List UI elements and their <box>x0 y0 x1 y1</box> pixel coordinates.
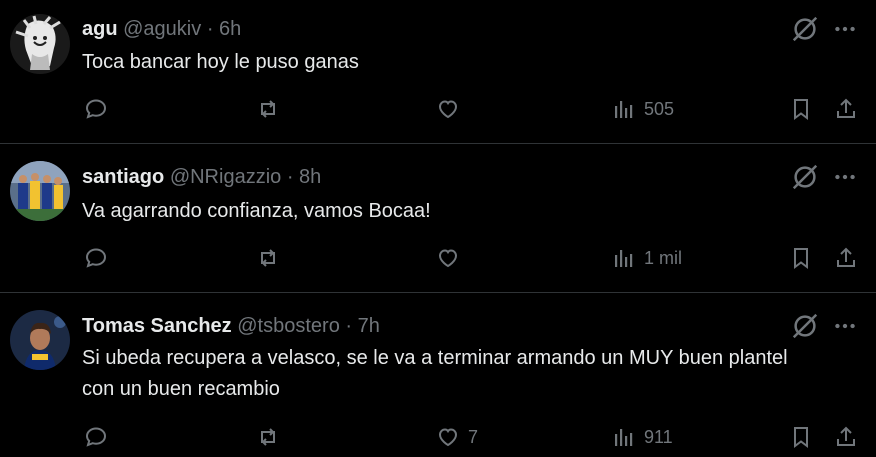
timestamp[interactable]: · 6h <box>207 18 241 40</box>
retweet-icon <box>261 428 275 446</box>
reply-icon <box>85 248 107 268</box>
share-icon[interactable] <box>834 97 858 121</box>
like-button[interactable]: 7 <box>436 425 478 449</box>
reply-icon <box>85 427 107 447</box>
share-icon[interactable] <box>834 246 858 270</box>
bookmark-icon[interactable] <box>789 425 813 449</box>
timestamp[interactable]: · 7h <box>345 315 379 337</box>
like-icon <box>438 249 458 268</box>
retweet-icon <box>261 100 275 118</box>
tweet-1[interactable]: agu @agukiv · 6h Toca bancar hoy le puso… <box>0 0 876 143</box>
user-name[interactable]: santiago <box>82 166 164 188</box>
avatar[interactable] <box>10 310 70 370</box>
user-handle[interactable]: @NRigazzio <box>170 166 281 188</box>
views-icon <box>615 101 633 118</box>
tweet-3[interactable]: Tomas Sanchez @tsbostero · 7h Si ubeda r… <box>0 293 876 457</box>
user-handle[interactable]: @tsbostero <box>237 315 340 337</box>
views-icon <box>615 250 633 267</box>
timestamp[interactable]: · 8h <box>287 166 321 188</box>
user-handle[interactable]: @agukiv <box>123 18 201 40</box>
retweet-icon <box>261 249 275 267</box>
retweet-button[interactable] <box>256 246 280 270</box>
like-button[interactable] <box>436 246 468 270</box>
more-icon[interactable] <box>832 164 858 190</box>
reply-button[interactable] <box>84 97 108 121</box>
avatar[interactable] <box>10 14 70 74</box>
tweet-text: Va agarrando confianza, vamos Bocaa! <box>82 200 431 222</box>
reply-button[interactable] <box>84 425 108 449</box>
user-name[interactable]: Tomas Sanchez <box>82 315 232 337</box>
more-icon[interactable] <box>832 16 858 42</box>
share-icon[interactable] <box>834 425 858 449</box>
tweet-header: Tomas Sanchez @tsbostero · 7h <box>82 313 380 339</box>
tweet-top-actions <box>790 162 858 192</box>
like-count: 7 <box>468 426 479 447</box>
like-button[interactable] <box>436 97 468 121</box>
views-button[interactable]: 911 <box>612 425 673 449</box>
grok-icon[interactable] <box>790 311 820 341</box>
tweet-text: Toca bancar hoy le puso ganas <box>82 51 359 73</box>
reply-button[interactable] <box>84 246 108 270</box>
tweet-header: agu @agukiv · 6h <box>82 16 241 42</box>
grok-icon[interactable] <box>790 162 820 192</box>
tweet-top-actions <box>790 311 858 341</box>
like-icon <box>438 428 458 447</box>
views-button[interactable]: 1 mil <box>612 246 682 270</box>
views-icon <box>615 429 633 446</box>
tweet-2[interactable]: santiago @NRigazzio · 8h Va agarrando co… <box>0 144 876 292</box>
user-name[interactable]: agu <box>82 18 118 40</box>
avatar[interactable] <box>10 161 70 221</box>
tweet-top-actions <box>790 14 858 44</box>
view-count: 911 <box>644 426 673 447</box>
reply-icon <box>85 99 107 119</box>
more-icon[interactable] <box>832 313 858 339</box>
view-count: 1 mil <box>644 247 683 268</box>
bookmark-icon[interactable] <box>789 246 813 270</box>
bookmark-icon[interactable] <box>789 97 813 121</box>
views-button[interactable]: 505 <box>612 97 674 121</box>
grok-icon[interactable] <box>790 14 820 44</box>
retweet-button[interactable] <box>256 425 280 449</box>
retweet-button[interactable] <box>256 97 280 121</box>
tweet-text: Si ubeda recupera a velasco, se le va a … <box>82 347 788 400</box>
tweet-header: santiago @NRigazzio · 8h <box>82 164 321 190</box>
view-count: 505 <box>644 98 675 119</box>
like-icon <box>438 100 458 119</box>
